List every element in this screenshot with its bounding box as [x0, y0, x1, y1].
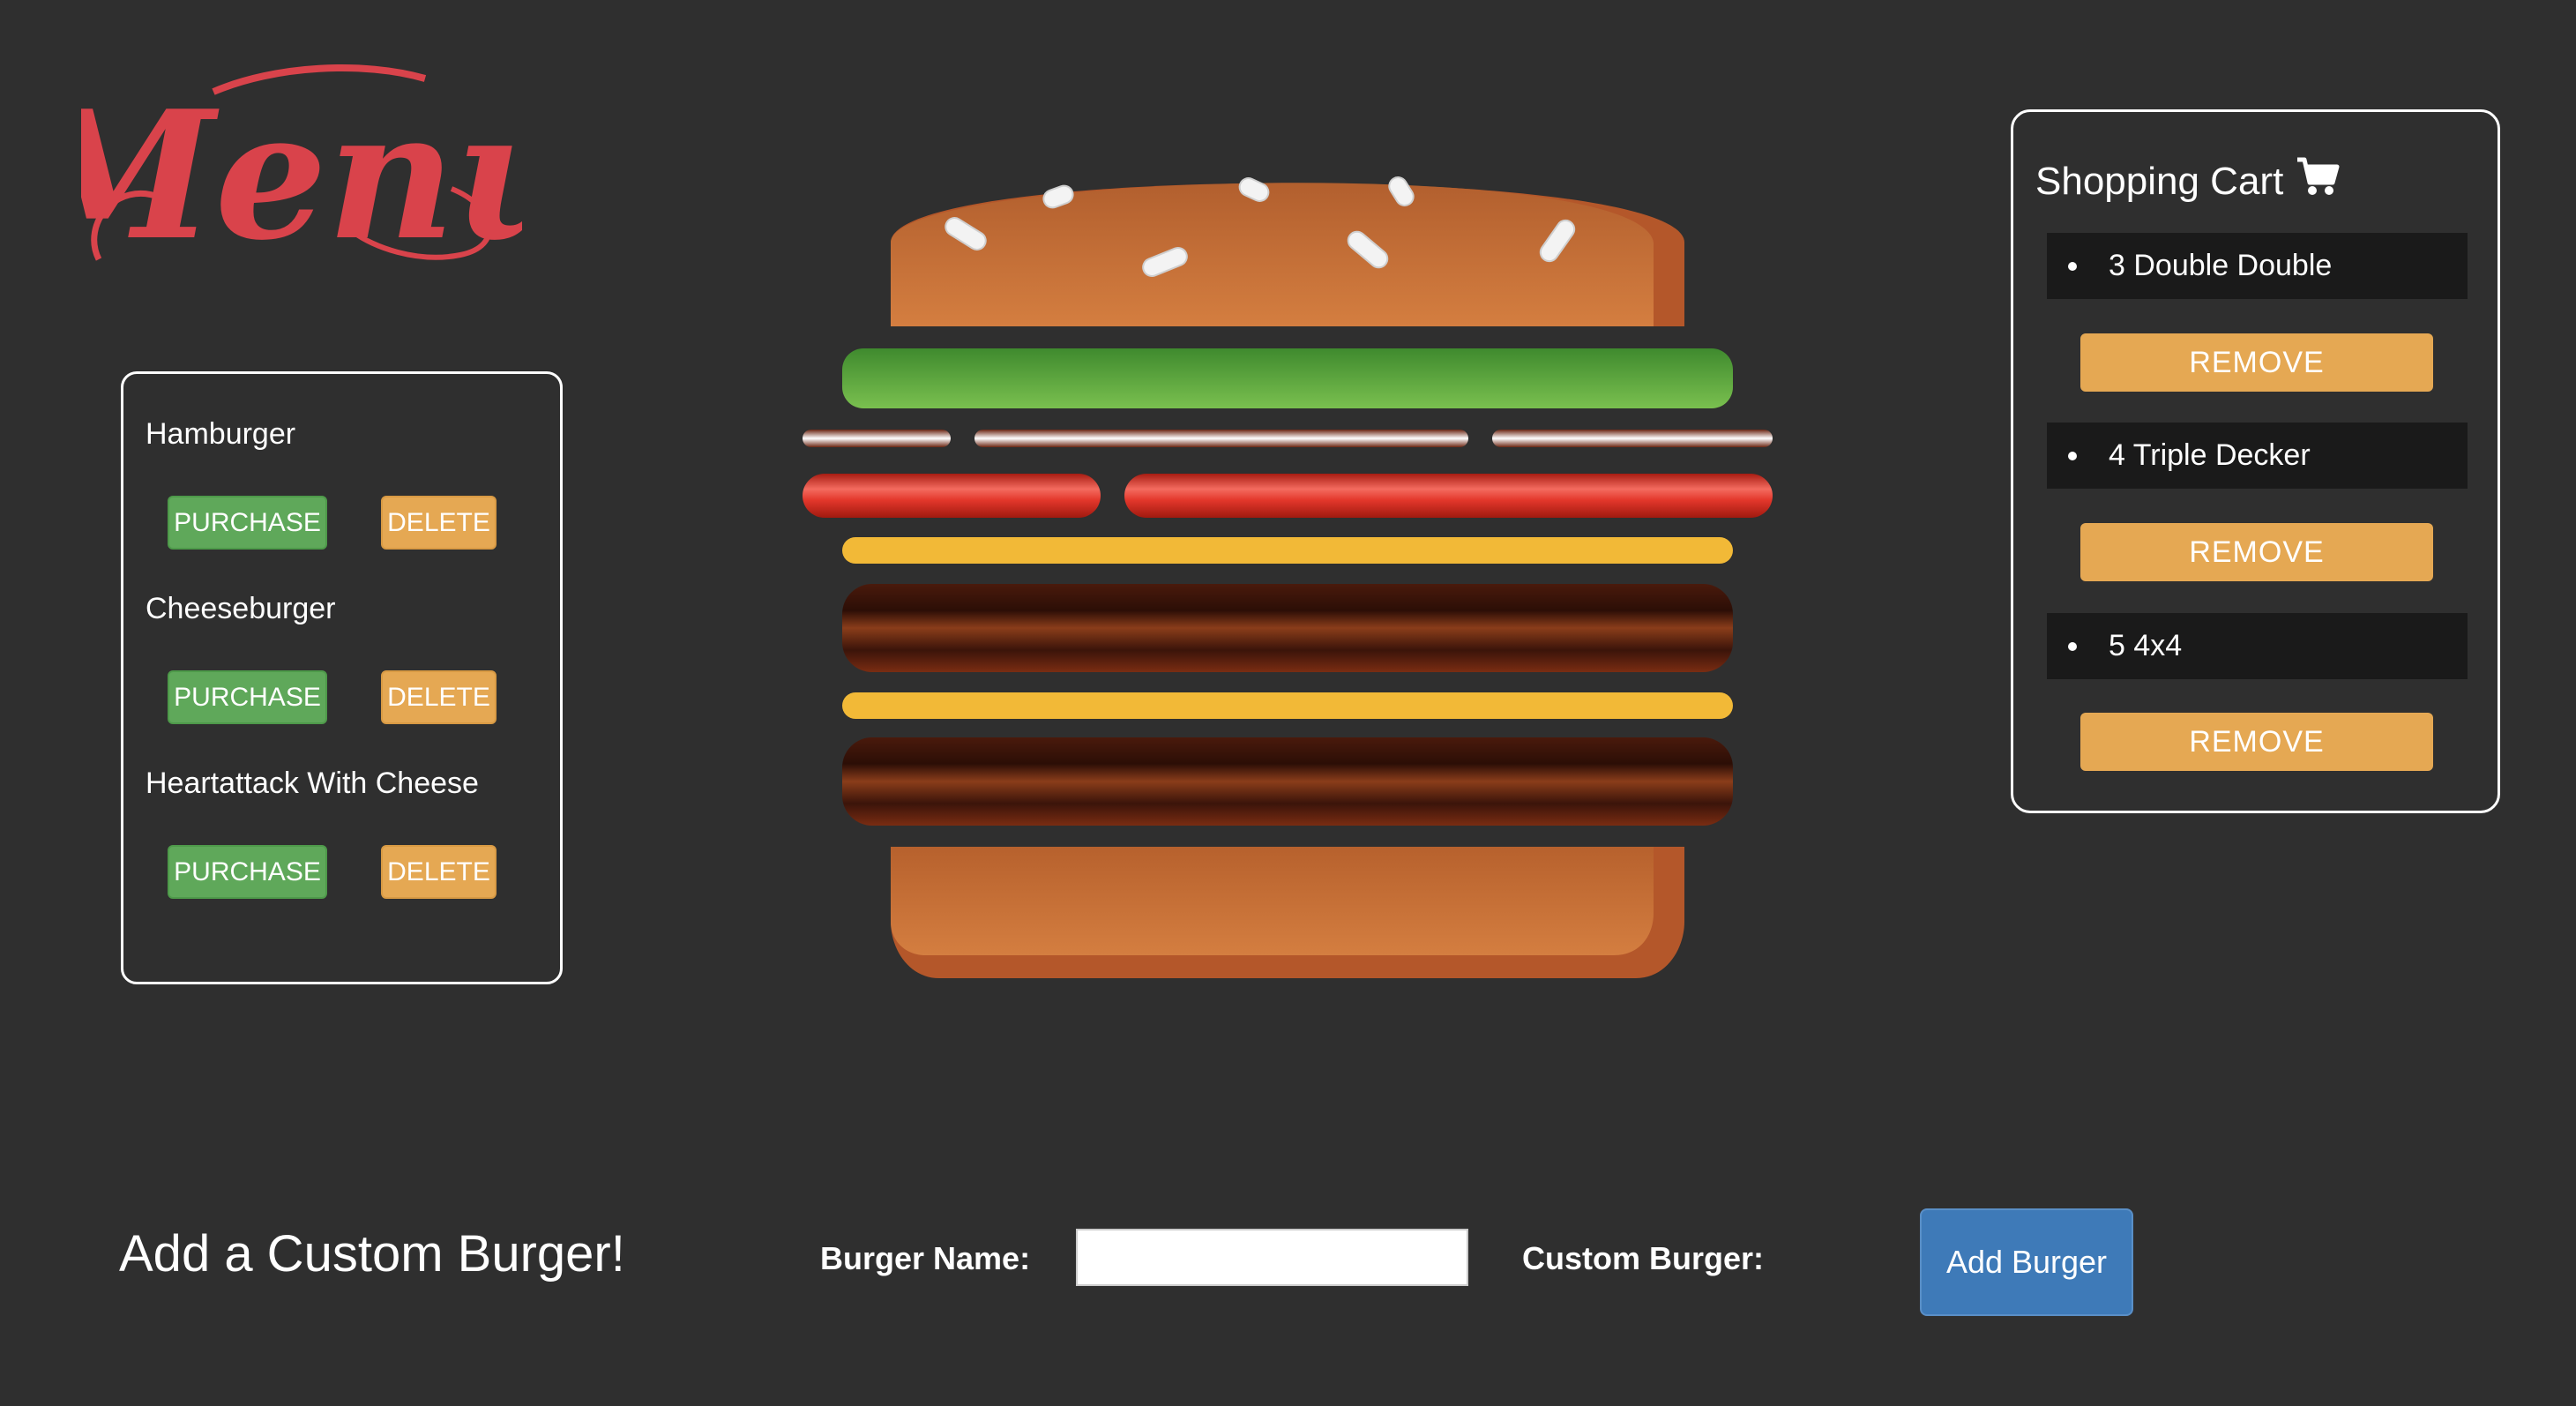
custom-burger-heading: Add a Custom Burger! — [119, 1225, 625, 1283]
bullet-icon — [2068, 261, 2077, 271]
add-burger-button[interactable]: Add Burger — [1920, 1208, 2133, 1316]
burger-name-input[interactable] — [1076, 1229, 1468, 1286]
purchase-button[interactable]: PURCHASE — [168, 845, 327, 899]
cart-title: Shopping Cart — [2035, 156, 2340, 206]
cart-list-item: 3 Double Double — [2047, 233, 2468, 299]
bullet-icon — [2068, 451, 2077, 460]
cart-list-item: 5 4x4 — [2047, 613, 2468, 679]
menu-item-name: Heartattack With Cheese — [146, 767, 479, 800]
menu-panel: Hamburger PURCHASE DELETE Cheeseburger P… — [121, 371, 563, 984]
logo-text: Menu — [81, 72, 522, 280]
cart-item-label: 5 4x4 — [2109, 629, 2183, 662]
remove-button[interactable]: REMOVE — [2080, 523, 2433, 581]
menu-item-name: Cheeseburger — [146, 592, 336, 625]
bullet-icon — [2068, 641, 2077, 651]
menu-logo: Menu — [14, 56, 584, 295]
cart-item-label: 4 Triple Decker — [2109, 438, 2311, 472]
remove-button[interactable]: REMOVE — [2080, 713, 2433, 771]
menu-item-name: Hamburger — [146, 417, 296, 451]
shopping-cart-panel: Shopping Cart 3 Double Double REMOVE 4 T… — [2011, 109, 2500, 813]
delete-button[interactable]: DELETE — [381, 845, 497, 899]
cart-item-label: 3 Double Double — [2109, 249, 2333, 282]
custom-burger-label: Custom Burger: — [1522, 1240, 1765, 1276]
cart-icon — [2296, 156, 2340, 206]
burger-illustration — [794, 146, 1781, 983]
remove-button[interactable]: REMOVE — [2080, 333, 2433, 392]
delete-button[interactable]: DELETE — [381, 496, 497, 550]
purchase-button[interactable]: PURCHASE — [168, 670, 327, 724]
delete-button[interactable]: DELETE — [381, 670, 497, 724]
cart-title-text: Shopping Cart — [2035, 159, 2284, 203]
cart-list-item: 4 Triple Decker — [2047, 423, 2468, 489]
purchase-button[interactable]: PURCHASE — [168, 496, 327, 550]
burger-name-label: Burger Name: — [820, 1240, 1031, 1276]
